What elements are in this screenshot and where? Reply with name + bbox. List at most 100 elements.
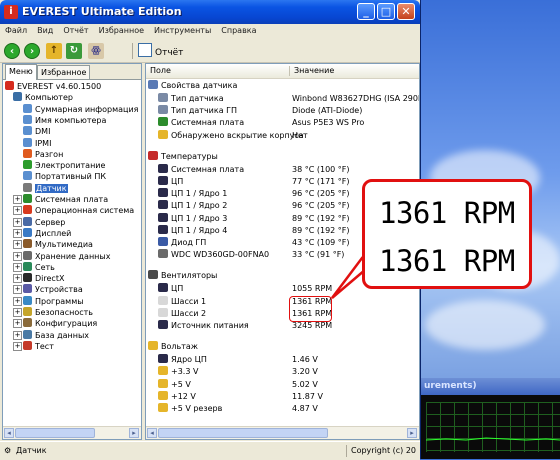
tree-item[interactable]: + Программы — [13, 295, 84, 307]
scroll-left-button[interactable]: ◂ — [147, 428, 157, 438]
menu-favorites[interactable]: Избранное — [94, 24, 149, 37]
tree-item[interactable]: IPMI — [23, 137, 51, 149]
table-row[interactable]: +12 V 11.87 V — [146, 390, 419, 403]
row-field-cell: Тип датчика ГП — [158, 105, 237, 117]
tree-item[interactable]: Электропитание — [23, 160, 105, 171]
row-field-cell: Вольтаж — [148, 341, 198, 353]
up-folder-icon[interactable]: ↑ — [46, 43, 62, 59]
group-header[interactable]: Свойства датчика — [146, 80, 419, 92]
table-row[interactable]: Тип датчика ГП Diode (ATI-Diode) — [146, 105, 419, 117]
expand-icon[interactable]: + — [13, 296, 22, 306]
tree-item[interactable]: + База данных — [13, 329, 89, 341]
expand-icon[interactable]: + — [13, 330, 22, 340]
voltage-line-icon — [158, 403, 168, 412]
scroll-right-button[interactable]: ▸ — [407, 428, 417, 438]
scroll-thumb[interactable] — [158, 428, 328, 438]
expand-icon[interactable]: + — [13, 319, 22, 329]
minimize-button[interactable]: _ — [357, 3, 375, 20]
cpu-core-icon — [158, 224, 168, 234]
row-field: Свойства датчика — [161, 81, 238, 90]
menu-file[interactable]: Файл — [0, 24, 32, 37]
expand-icon[interactable]: + — [13, 308, 22, 317]
tree-item[interactable]: + Безопасность — [13, 307, 93, 318]
close-button[interactable]: ✕ — [397, 3, 415, 20]
details-horizontal-scrollbar[interactable]: ◂ ▸ — [146, 426, 419, 439]
row-field-cell: ЦП 1 / Ядро 2 — [158, 200, 227, 212]
row-field: ЦП 1 / Ядро 1 — [171, 189, 228, 199]
users-icon[interactable]: ꙮ — [88, 43, 104, 59]
tree-item[interactable]: + Устройства — [13, 284, 83, 295]
tab-favorites[interactable]: Избранное — [37, 65, 91, 79]
tree-item[interactable]: + Системная плата — [13, 194, 108, 205]
expand-icon[interactable]: + — [13, 262, 22, 272]
table-row[interactable]: +3.3 V 3.20 V — [146, 366, 419, 378]
table-row[interactable]: Системная плата Asus P5E3 WS Pro — [146, 117, 419, 129]
everest-icon — [5, 81, 14, 90]
tree-item[interactable]: + Хранение данных — [13, 250, 110, 262]
tree-item[interactable]: + Тест — [13, 340, 54, 352]
column-value[interactable]: Значение — [294, 66, 334, 75]
menu-help[interactable]: Справка — [216, 24, 261, 37]
scroll-left-button[interactable]: ◂ — [4, 428, 14, 438]
menu-view[interactable]: Вид — [32, 24, 58, 37]
row-field: Системная плата — [171, 118, 245, 128]
tree-item[interactable]: EVEREST v4.60.1500 — [5, 81, 101, 92]
tree-item[interactable]: + Сервер — [13, 216, 65, 228]
column-header: Поле Значение — [146, 64, 419, 79]
tree-item[interactable]: + Сеть — [13, 261, 55, 273]
tree-item[interactable]: + Мультимедиа — [13, 239, 93, 250]
tree-item[interactable]: + Дисплей — [13, 227, 71, 239]
row-field-cell: WDC WD360GD-00FNA0 — [158, 249, 269, 261]
table-row[interactable]: Ядро ЦП 1.46 V — [146, 354, 419, 366]
menu-report[interactable]: Отчёт — [58, 24, 93, 37]
expand-icon[interactable]: + — [13, 240, 22, 250]
background-window-title[interactable]: urements) — [420, 378, 560, 395]
expand-icon[interactable]: + — [13, 274, 22, 284]
column-field[interactable]: Поле — [150, 66, 171, 75]
tree-item-label: Портативный ПК — [35, 172, 107, 182]
expand-icon[interactable]: + — [13, 217, 22, 227]
tree-item[interactable]: Компьютер — [13, 92, 73, 103]
group-header[interactable]: Вольтаж — [146, 341, 419, 353]
forward-icon[interactable]: › — [24, 43, 40, 59]
expand-icon[interactable]: + — [13, 206, 22, 216]
table-row[interactable]: Источник питания 3245 RPM — [146, 320, 419, 332]
tree-item[interactable]: Суммарная информация — [23, 103, 139, 115]
tree-item[interactable]: Разгон — [23, 148, 63, 160]
tree-item[interactable]: + Конфигурация — [13, 318, 97, 329]
tree-item[interactable]: + DirectX — [13, 273, 64, 284]
group-header[interactable]: Температуры — [146, 150, 419, 163]
report-button[interactable]: Отчёт — [138, 43, 183, 59]
tree-item-label: Мультимедиа — [35, 240, 93, 250]
menu-tools[interactable]: Инструменты — [149, 24, 216, 37]
expand-icon[interactable]: + — [13, 251, 22, 261]
expand-icon[interactable]: + — [13, 285, 22, 295]
tree-item[interactable]: DMI — [23, 126, 50, 137]
tree-item[interactable]: Датчик — [23, 182, 68, 194]
maximize-button[interactable]: □ — [377, 3, 395, 20]
column-divider[interactable] — [289, 66, 290, 76]
tab-menu[interactable]: Меню — [5, 64, 37, 80]
tree-item[interactable]: Имя компьютера — [23, 114, 106, 126]
tree-item[interactable]: Портативный ПК — [23, 171, 106, 182]
refresh-icon[interactable]: ↻ — [66, 43, 82, 59]
table-row[interactable]: Тип датчика Winbond W83627DHG (ISA 290h) — [146, 93, 419, 105]
nav-horizontal-scrollbar[interactable]: ◂ ▸ — [3, 426, 141, 439]
expand-icon[interactable]: + — [13, 228, 22, 238]
table-row[interactable]: Системная плата 38 °C (100 °F) — [146, 163, 419, 176]
back-icon[interactable]: ‹ — [4, 43, 20, 59]
table-row[interactable]: Обнаружено вскрытие корпуса Нет — [146, 129, 419, 142]
table-row[interactable]: +5 V резерв 4.87 V — [146, 403, 419, 415]
desktop-cloud — [425, 300, 545, 350]
scroll-thumb[interactable] — [15, 428, 95, 438]
row-field-cell: Обнаружено вскрытие корпуса — [158, 129, 304, 142]
table-row[interactable]: +5 V 5.02 V — [146, 378, 419, 391]
expand-icon[interactable]: + — [13, 341, 22, 351]
title-bar[interactable]: i EVEREST Ultimate Edition _ □ ✕ — [0, 0, 420, 24]
tree-item[interactable]: + Операционная система — [13, 205, 134, 216]
row-value: 11.87 V — [292, 391, 323, 401]
os-icon — [23, 205, 32, 215]
scroll-right-button[interactable]: ▸ — [129, 428, 139, 438]
status-sensor-icon: ⚙ — [4, 446, 12, 455]
expand-icon[interactable]: + — [13, 195, 22, 204]
